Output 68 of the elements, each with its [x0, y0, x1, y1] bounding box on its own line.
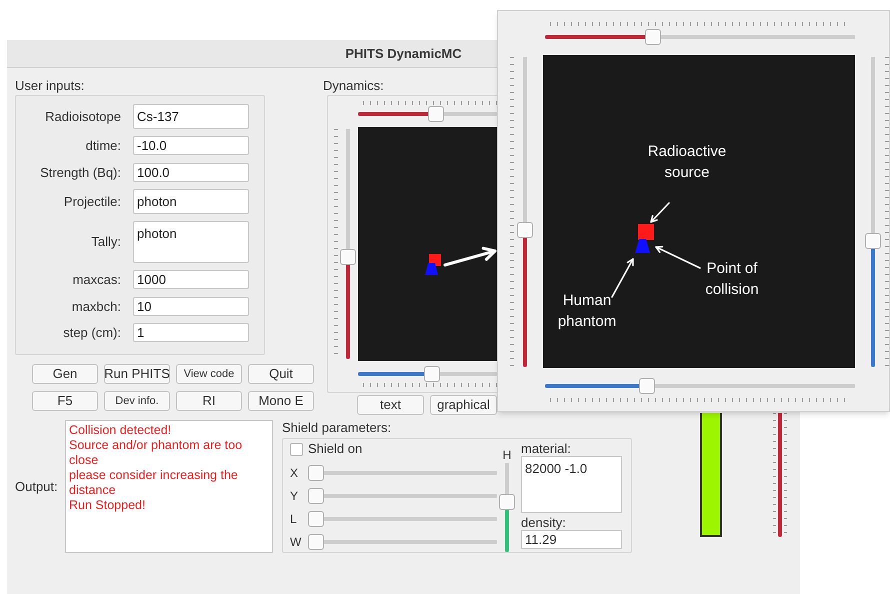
- field-label: maxbch:: [72, 298, 121, 316]
- action-button[interactable]: Mono E: [248, 391, 314, 411]
- action-button[interactable]: Run PHITS: [104, 364, 170, 384]
- slider-label: W: [290, 534, 302, 551]
- slider-thumb[interactable]: [308, 488, 324, 504]
- field-label: material:: [521, 441, 571, 456]
- field-label: Tally:: [91, 233, 121, 252]
- checkbox[interactable]: [290, 442, 303, 456]
- input-field[interactable]: 100.0: [133, 162, 249, 182]
- annotation-label: Point of collision: [704, 259, 760, 300]
- view-button[interactable]: graphical: [430, 395, 497, 415]
- material-field[interactable]: 82000 -1.0: [521, 456, 622, 513]
- slider-thumb[interactable]: [499, 494, 515, 510]
- slider-thumb[interactable]: [308, 534, 324, 550]
- field-label: Projectile:: [64, 192, 121, 211]
- slider-thumb[interactable]: [308, 511, 324, 527]
- input-field[interactable]: 1: [133, 323, 249, 342]
- action-button[interactable]: Gen: [32, 364, 98, 384]
- slider-thumb[interactable]: [308, 465, 324, 481]
- window-title: PHITS DynamicMC: [345, 44, 462, 63]
- input-field[interactable]: 10: [133, 296, 249, 316]
- slider-label: L: [290, 511, 298, 528]
- action-button[interactable]: Quit: [248, 364, 314, 384]
- input-field[interactable]: 1000: [133, 270, 249, 290]
- slider-thumb[interactable]: [424, 366, 440, 382]
- field-label: Radioisotope: [45, 108, 121, 126]
- source-marker: [638, 224, 654, 240]
- slider-thumb[interactable]: [517, 222, 533, 238]
- slider-label: H: [502, 449, 512, 462]
- arrow: [655, 246, 701, 269]
- slider-thumb[interactable]: [428, 106, 444, 122]
- arrow: [650, 202, 670, 223]
- input-field[interactable]: Cs-137: [133, 104, 249, 129]
- slider-label: X: [290, 465, 300, 482]
- input-field[interactable]: -10.0: [133, 136, 249, 156]
- annotation-label: Human phantom: [556, 291, 618, 332]
- action-button[interactable]: RI: [176, 391, 242, 411]
- section-label: User inputs:: [15, 78, 84, 94]
- input-field[interactable]: photon: [133, 189, 249, 214]
- input-field[interactable]: photon: [133, 221, 249, 263]
- checkbox-label: Shield on: [308, 440, 362, 458]
- view-button[interactable]: text: [357, 395, 424, 415]
- action-button[interactable]: View code: [176, 364, 242, 384]
- arrow: [444, 246, 496, 266]
- output-line: Run Stopped!: [69, 498, 146, 513]
- section-label: Dynamics:: [323, 78, 384, 94]
- action-button[interactable]: Dev info.: [104, 391, 170, 411]
- density-field[interactable]: 11.29: [521, 530, 622, 549]
- slider-thumb[interactable]: [340, 248, 356, 265]
- output-line: Collision detected!: [69, 423, 172, 438]
- slider-thumb[interactable]: [865, 233, 881, 250]
- action-button[interactable]: F5: [32, 391, 98, 411]
- output-label: Output:: [15, 478, 58, 496]
- slider-thumb[interactable]: [639, 378, 656, 394]
- slider-label: Y: [290, 488, 300, 505]
- field-label: step (cm):: [63, 324, 121, 342]
- field-label: Strength (Bq):: [40, 164, 121, 182]
- output-line: please consider increasing the distance: [69, 468, 239, 498]
- phantom-marker: [635, 239, 650, 253]
- annotation-label: Radioactive source: [646, 142, 728, 183]
- field-label: maxcas:: [72, 271, 121, 289]
- slider-track[interactable]: [778, 413, 782, 537]
- slider-thumb[interactable]: [644, 29, 661, 45]
- arrow: [611, 258, 634, 298]
- field-label: dtime:: [86, 137, 121, 155]
- phantom-marker: [425, 263, 438, 275]
- section-label: Shield parameters:: [282, 420, 392, 436]
- field-label: density:: [521, 515, 566, 530]
